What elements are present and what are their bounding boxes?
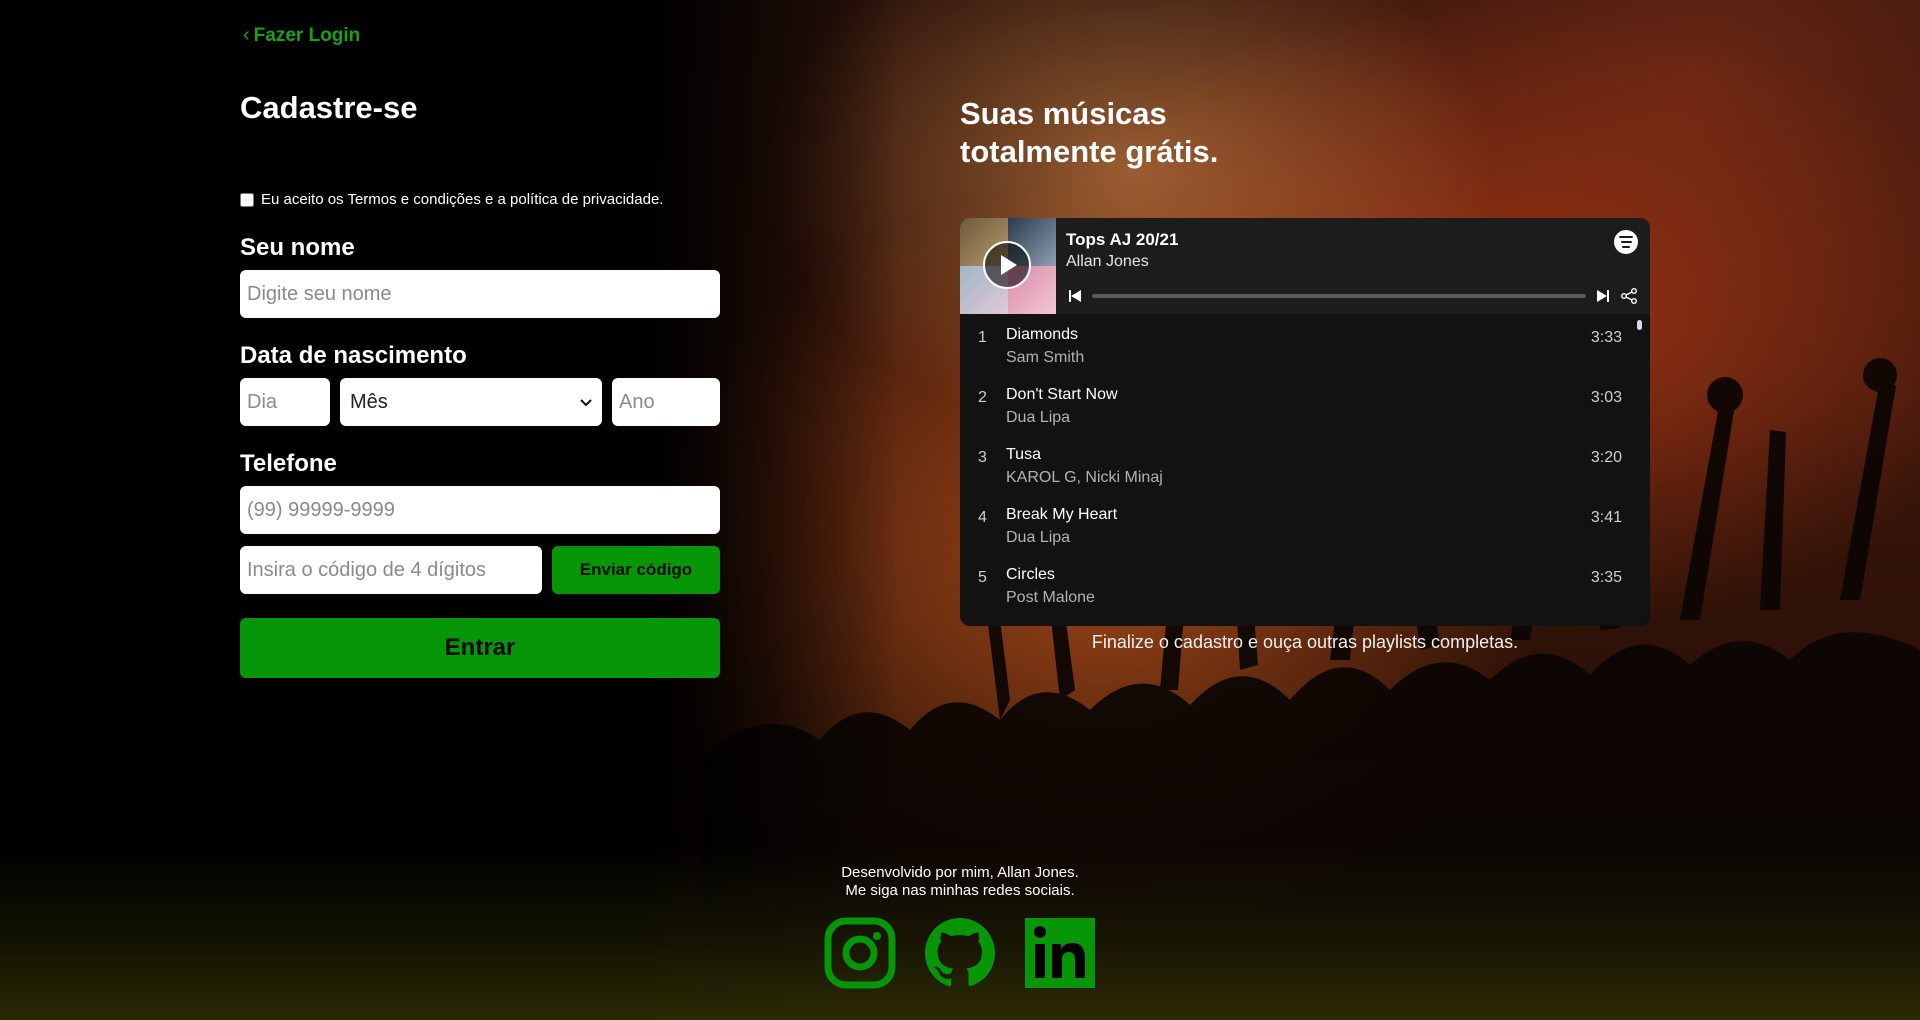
share-icon[interactable] — [1620, 287, 1638, 305]
track-title: Tusa — [1006, 446, 1041, 463]
track-title: Break My Heart — [1006, 506, 1118, 523]
track-main: Don't Start Now Dua Lipa — [1006, 386, 1562, 438]
page-title: Cadastre-se — [240, 90, 418, 125]
footer-line2: Me siga nas minhas redes sociais. — [845, 882, 1075, 899]
month-selected-value: Mês — [350, 390, 388, 413]
chevron-left-icon: ‹ — [243, 24, 250, 46]
skip-forward-icon[interactable] — [1596, 289, 1610, 303]
spotify-icon[interactable] — [1614, 230, 1638, 254]
social-links — [823, 916, 1097, 990]
day-input[interactable] — [240, 378, 330, 426]
track-number: 5 — [978, 569, 987, 586]
track-list: 1 Diamonds Sam Smith 3:33 2 Don't Start Now Du… — [960, 314, 1650, 618]
track-number: 1 — [978, 329, 987, 346]
track-artist: KAROL G, Nicki Minaj — [1006, 469, 1163, 486]
track-number: 2 — [978, 389, 987, 406]
track-row[interactable]: 4 Break My Heart Dua Lipa 3:41 — [960, 498, 1650, 558]
track-row[interactable]: 2 Don't Start Now Dua Lipa 3:03 — [960, 378, 1650, 438]
promo-title-line2: totalmente grátis. — [960, 134, 1219, 169]
track-row[interactable]: 1 Diamonds Sam Smith 3:33 — [960, 318, 1650, 378]
track-list-scrollbar[interactable] — [1637, 320, 1642, 330]
year-input[interactable] — [612, 378, 720, 426]
phone-group: Telefone Enviar código — [240, 450, 720, 594]
instagram-icon[interactable] — [823, 916, 897, 990]
promo-caption: Finalize o cadastro e ouça outras playli… — [1091, 632, 1519, 652]
dob-label: Data de nascimento — [240, 342, 467, 369]
track-duration: 3:03 — [1590, 389, 1622, 406]
name-group: Seu nome — [240, 234, 720, 318]
chevron-down-icon — [580, 394, 592, 411]
month-select[interactable]: Mês — [340, 378, 602, 426]
track-title: Circles — [1006, 566, 1055, 583]
track-main: Break My Heart Dua Lipa — [1006, 506, 1562, 558]
promo-title-line1: Suas músicas — [960, 96, 1167, 131]
track-duration: 3:41 — [1590, 509, 1622, 526]
playlist-title[interactable]: Tops AJ 20/21 — [1066, 230, 1640, 250]
playlist-artist[interactable]: Allan Jones — [1066, 253, 1640, 271]
track-artist: Post Malone — [1006, 589, 1095, 606]
track-number: 4 — [978, 509, 987, 526]
playlist-cover — [960, 218, 1056, 314]
track-artist: Dua Lipa — [1006, 409, 1071, 426]
terms-checkbox[interactable] — [240, 192, 254, 207]
github-icon[interactable] — [923, 916, 997, 990]
track-duration: 3:33 — [1590, 329, 1622, 346]
play-button[interactable] — [983, 241, 1031, 289]
promo-heading: Suas músicas totalmente grátis. — [960, 95, 1218, 171]
footer-text: Desenvolvido por mim, Allan Jones. Me si… — [0, 864, 1920, 900]
track-row[interactable]: 3 Tusa KAROL G, Nicki Minaj 3:20 — [960, 438, 1650, 498]
track-row[interactable]: 5 Circles Post Malone 3:35 — [960, 558, 1650, 618]
footer-line1: Desenvolvido por mim, Allan Jones. — [841, 864, 1079, 881]
submit-button[interactable]: Entrar — [240, 618, 720, 678]
track-main: Circles Post Malone — [1006, 566, 1562, 618]
spotify-embed-player: Tops AJ 20/21 Allan Jones 1 Diamonds Sam S… — [960, 218, 1650, 626]
send-code-button[interactable]: Enviar código — [552, 546, 720, 594]
dob-row: Mês — [240, 378, 720, 426]
track-main: Diamonds Sam Smith — [1006, 326, 1562, 378]
phone-input[interactable] — [240, 486, 720, 534]
skip-back-icon[interactable] — [1068, 289, 1082, 303]
track-title: Diamonds — [1006, 326, 1079, 343]
track-duration: 3:35 — [1590, 569, 1622, 586]
name-input[interactable] — [240, 270, 720, 318]
terms-row[interactable]: Eu aceito os Termos e condições e a polí… — [240, 191, 720, 208]
track-title: Don't Start Now — [1006, 386, 1118, 403]
track-artist: Dua Lipa — [1006, 529, 1071, 546]
signup-form: Cadastre-se Eu aceito os Termos e condiç… — [240, 90, 720, 678]
dob-group: Data de nascimento Mês — [240, 342, 720, 426]
progress-bar[interactable] — [1092, 294, 1586, 298]
track-duration: 3:20 — [1590, 449, 1622, 466]
player-controls — [1068, 286, 1638, 306]
terms-label: Eu aceito os Termos e condições e a polí… — [261, 191, 664, 208]
track-number: 3 — [978, 449, 987, 466]
player-header: Tops AJ 20/21 Allan Jones — [960, 218, 1650, 314]
month-select-box[interactable]: Mês — [340, 378, 602, 426]
phone-label: Telefone — [240, 450, 337, 477]
play-icon — [1001, 255, 1017, 275]
track-main: Tusa KAROL G, Nicki Minaj — [1006, 446, 1562, 498]
back-to-login-label: Fazer Login — [253, 24, 361, 46]
back-to-login-link[interactable]: ‹ Fazer Login — [243, 24, 360, 47]
linkedin-icon[interactable] — [1023, 916, 1097, 990]
name-label: Seu nome — [240, 234, 355, 261]
code-input[interactable] — [240, 546, 542, 594]
track-artist: Sam Smith — [1006, 349, 1085, 366]
code-row: Enviar código — [240, 546, 720, 594]
